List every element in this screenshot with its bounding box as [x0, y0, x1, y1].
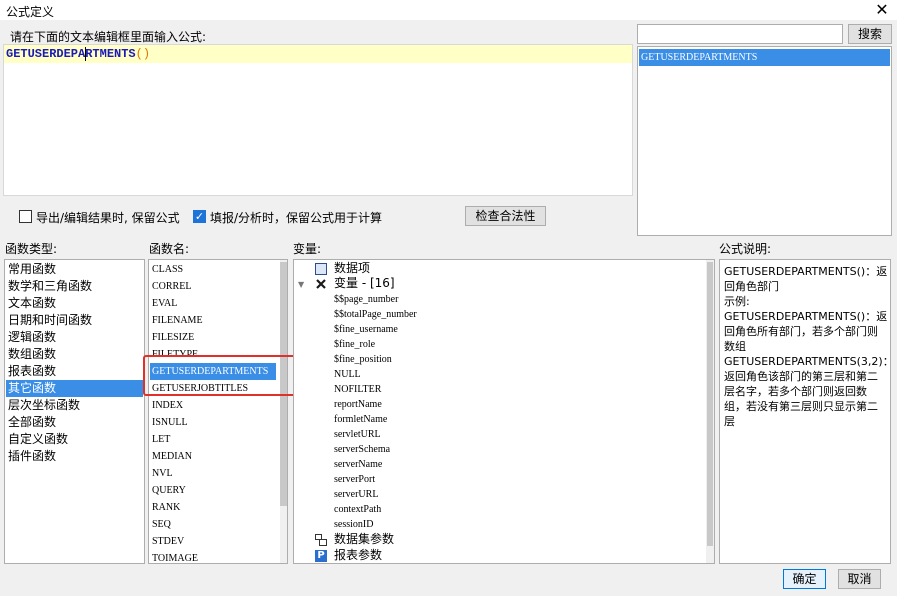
variable-item[interactable]: NOFILTER	[334, 382, 381, 397]
tree-node-variables[interactable]: 变量 - [16]	[334, 276, 395, 291]
variable-item[interactable]: sessionID	[334, 517, 373, 532]
formula-parens: ()	[135, 47, 151, 61]
function-list[interactable]: CLASS CORREL EVAL FILENAME FILESIZE FILE…	[148, 259, 288, 564]
window-title: 公式定义	[6, 5, 55, 19]
category-item[interactable]: 常用函数	[6, 261, 143, 278]
description-line: GETUSERDEPARTMENTS()：返回角色所有部门，若多个部门则数组	[724, 310, 888, 353]
keep-formula-fill-checkbox[interactable]: ✓	[193, 210, 206, 223]
variable-item[interactable]: $$totalPage_number	[334, 307, 417, 322]
variable-item[interactable]: contextPath	[334, 502, 381, 517]
category-list[interactable]: 常用函数 数学和三角函数 文本函数 日期和时间函数 逻辑函数 数组函数 报表函数…	[4, 259, 145, 564]
variables-header: 变量:	[293, 242, 322, 256]
function-item[interactable]: SEQ	[150, 516, 276, 533]
search-result-item[interactable]: GETUSERDEPARTMENTS	[639, 49, 890, 66]
tree-node-data-items[interactable]: 数据项	[334, 261, 370, 276]
variables-label: 变量 - [16]	[334, 276, 395, 290]
variable-item[interactable]: $fine_position	[334, 352, 392, 367]
check-validity-button[interactable]: 检查合法性	[465, 206, 546, 226]
search-results-list[interactable]: GETUSERDEPARTMENTS	[637, 46, 892, 236]
function-item[interactable]: INDEX	[150, 397, 276, 414]
description-line: GETUSERDEPARTMENTS()：返回角色部门	[724, 265, 888, 293]
text-caret	[85, 47, 86, 61]
function-item[interactable]: CLASS	[150, 261, 276, 278]
keep-formula-export-label: 导出/编辑结果时, 保留公式	[36, 211, 180, 225]
variable-item[interactable]: $$page_number	[334, 292, 398, 307]
function-item[interactable]: MEDIAN	[150, 448, 276, 465]
category-item[interactable]: 自定义函数	[6, 431, 143, 448]
tree-node-report-params[interactable]: 报表参数	[334, 548, 382, 563]
tree-node-dataset-params[interactable]: 数据集参数	[334, 532, 394, 547]
cancel-button[interactable]: 取消	[838, 569, 881, 589]
report-param-icon: P	[315, 550, 327, 562]
function-item[interactable]: CORREL	[150, 278, 276, 295]
variable-item[interactable]: serverPort	[334, 472, 375, 487]
function-item[interactable]: QUERY	[150, 482, 276, 499]
category-item[interactable]: 插件函数	[6, 448, 143, 465]
variable-item[interactable]: serverURL	[334, 487, 378, 502]
description-text: GETUSERDEPARTMENTS()：返回角色部门 示例: GETUSERD…	[724, 264, 891, 429]
function-item[interactable]: FILESIZE	[150, 329, 276, 346]
function-item[interactable]: ISNULL	[150, 414, 276, 431]
category-item[interactable]: 层次坐标函数	[6, 397, 143, 414]
category-item[interactable]: 数学和三角函数	[6, 278, 143, 295]
category-item-selected[interactable]: 其它函数	[6, 380, 143, 397]
highlight-annotation-box	[143, 355, 301, 396]
category-item[interactable]: 逻辑函数	[6, 329, 143, 346]
dataset-param-icon	[315, 534, 327, 546]
formula-editor[interactable]: GETUSERDEPARTMENTS()	[3, 44, 633, 196]
keep-formula-export-checkbox[interactable]	[19, 210, 32, 223]
variable-tree[interactable]: 数据项 ▼ 变量 - [16] $$page_number $$totalPag…	[293, 259, 715, 564]
variable-item[interactable]: formletName	[334, 412, 387, 427]
keep-formula-fill-label: 填报/分析时，保留公式用于计算	[210, 211, 383, 225]
category-item[interactable]: 数组函数	[6, 346, 143, 363]
variable-x-icon	[316, 279, 326, 289]
categories-header: 函数类型:	[5, 242, 58, 256]
formula-description-panel: GETUSERDEPARTMENTS()：返回角色部门 示例: GETUSERD…	[719, 259, 891, 564]
editor-prompt: 请在下面的文本编辑框里面输入公式:	[10, 30, 207, 44]
functions-header: 函数名:	[149, 242, 190, 256]
category-item[interactable]: 文本函数	[6, 295, 143, 312]
variable-item[interactable]: serverSchema	[334, 442, 390, 457]
variable-item[interactable]: serverName	[334, 457, 382, 472]
expand-arrow-icon[interactable]: ▼	[298, 277, 304, 292]
search-input[interactable]	[637, 24, 843, 44]
function-item[interactable]: TOIMAGE	[150, 550, 276, 563]
category-item[interactable]: 报表函数	[6, 363, 143, 380]
category-item[interactable]: 全部函数	[6, 414, 143, 431]
function-item[interactable]: RANK	[150, 499, 276, 516]
variable-item[interactable]: $fine_username	[334, 322, 398, 337]
title-bar	[0, 0, 897, 20]
description-line: GETUSERDEPARTMENTS(3,2)：返回角色该部门的第三层和第二层名…	[724, 355, 891, 428]
search-button[interactable]: 搜索	[848, 24, 892, 44]
description-line: 示例:	[724, 295, 750, 308]
variable-tree-scroll-thumb[interactable]	[707, 262, 713, 546]
variable-item[interactable]: $fine_role	[334, 337, 375, 352]
ok-button[interactable]: 确定	[783, 569, 826, 589]
category-item[interactable]: 日期和时间函数	[6, 312, 143, 329]
variable-item[interactable]: reportName	[334, 397, 382, 412]
function-item[interactable]: NVL	[150, 465, 276, 482]
function-item[interactable]: FILENAME	[150, 312, 276, 329]
variable-item[interactable]: servletURL	[334, 427, 381, 442]
function-item[interactable]: STDEV	[150, 533, 276, 550]
formula-text: GETUSERDEPARTMENTS()	[6, 47, 150, 61]
formula-function-name: GETUSERDEPARTMENTS	[6, 47, 136, 61]
function-item[interactable]: LET	[150, 431, 276, 448]
function-item[interactable]: EVAL	[150, 295, 276, 312]
description-header: 公式说明:	[719, 242, 772, 256]
table-icon	[315, 263, 327, 275]
variable-item[interactable]: NULL	[334, 367, 361, 382]
close-icon[interactable]: ✕	[872, 0, 892, 20]
